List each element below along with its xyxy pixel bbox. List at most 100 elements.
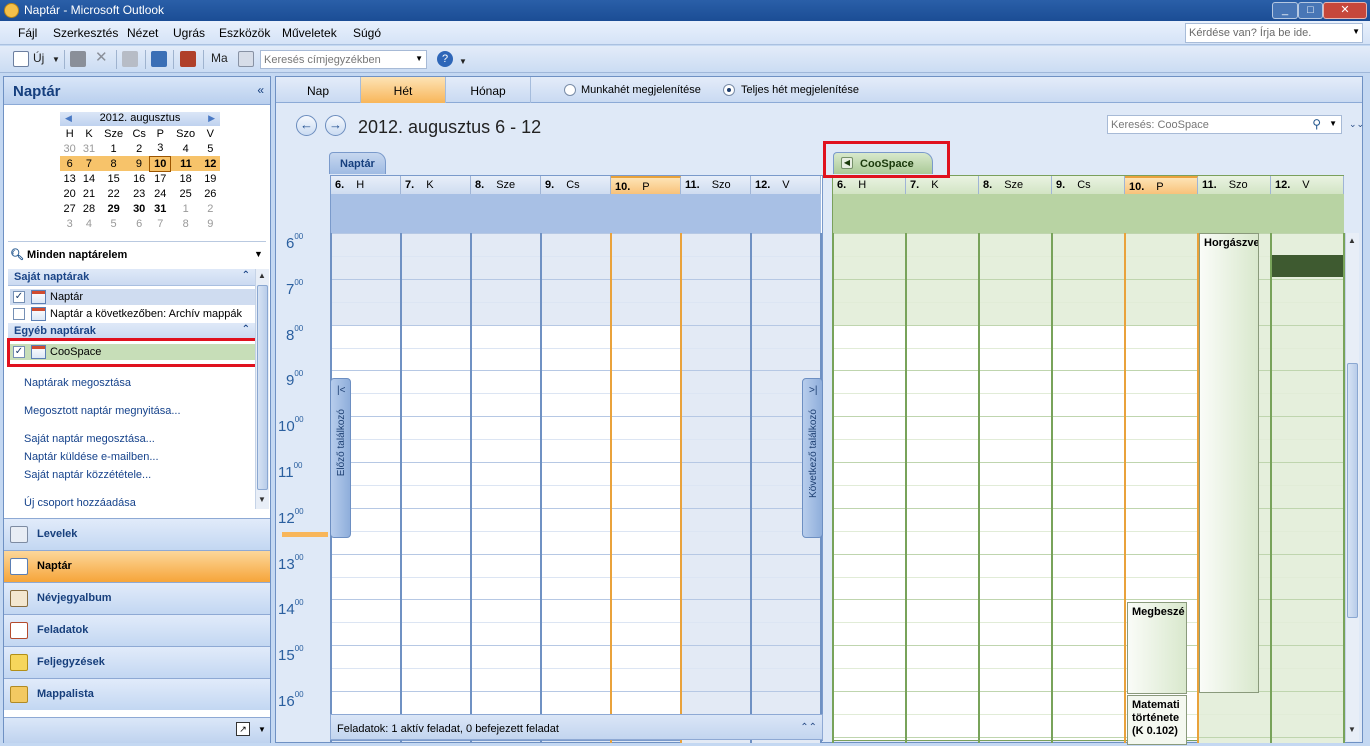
mini-calendar-day[interactable]: 7 <box>150 216 171 231</box>
mini-calendar-day[interactable]: 16 <box>129 171 150 186</box>
calendar-tab-naptar[interactable]: Naptár <box>329 152 386 174</box>
back-arrow-icon[interactable]: ← <box>296 115 317 136</box>
day-header[interactable]: 9. Cs <box>541 176 611 194</box>
mini-calendar-day[interactable]: 30 <box>129 201 150 216</box>
send-receive-icon[interactable] <box>151 51 167 67</box>
day-header[interactable]: 11. Szo <box>681 176 751 194</box>
day-header[interactable]: 7. K <box>906 176 979 194</box>
mini-calendar-day[interactable]: 31 <box>150 201 171 216</box>
day-header[interactable]: 10. P <box>611 176 681 194</box>
collapse-group-icon[interactable]: ⌃ <box>242 324 250 335</box>
mini-calendar-day[interactable]: 29 <box>99 201 129 216</box>
help-icon[interactable]: ? <box>437 51 453 67</box>
busy-block[interactable] <box>1272 255 1343 277</box>
menu-view[interactable]: Nézet <box>127 26 158 40</box>
radio-fullweek[interactable] <box>723 84 735 96</box>
mini-calendar-day[interactable]: 6 <box>60 156 80 171</box>
appointment-megbeszeles[interactable]: Megbeszé <box>1127 602 1187 694</box>
delete-icon[interactable]: ✕ <box>95 48 108 66</box>
mini-calendar-day[interactable]: 26 <box>201 186 220 201</box>
forward-arrow-icon[interactable]: → <box>325 115 346 136</box>
all-day-band[interactable] <box>331 194 821 233</box>
next-month-icon[interactable]: ▶ <box>208 113 215 124</box>
mini-calendar-day[interactable]: 8 <box>98 156 129 171</box>
add-group-link[interactable]: Új csoport hozzáadása <box>24 497 136 509</box>
mini-calendar-day[interactable]: 8 <box>171 216 201 231</box>
day-header[interactable]: 11. Szo <box>1198 176 1271 194</box>
time-grid[interactable] <box>330 233 822 743</box>
scrollbar-thumb[interactable] <box>1347 363 1358 618</box>
day-header[interactable]: 7. K <box>401 176 471 194</box>
scroll-up-icon[interactable]: ▲ <box>258 271 266 280</box>
mini-calendar-day[interactable]: 14 <box>79 171 98 186</box>
nav-button-contacts[interactable]: Névjegyalbum <box>4 582 270 614</box>
menu-go[interactable]: Ugrás <box>173 26 205 40</box>
mini-calendar-day[interactable]: 3 <box>60 216 79 231</box>
mini-calendar-day[interactable]: 30 <box>60 141 79 156</box>
mini-calendar-day[interactable]: 18 <box>171 171 201 186</box>
nav-scrollbar[interactable]: ▲ ▼ <box>255 269 269 509</box>
expand-tasks-icon[interactable]: ⌃⌃ <box>800 722 817 733</box>
all-day-band[interactable] <box>833 194 1344 233</box>
calendar-filter-dropdown[interactable]: 🔍︎ Minden naptárelem ▼ <box>10 248 263 261</box>
tab-month[interactable]: Hónap <box>446 77 531 103</box>
tasks-bar[interactable]: Feladatok: 1 aktív feladat, 0 befejezett… <box>330 714 823 740</box>
day-header[interactable]: 9. Cs <box>1052 176 1125 194</box>
close-button[interactable]: ✕ <box>1323 2 1367 19</box>
mini-calendar-day[interactable]: 1 <box>99 141 129 156</box>
share-calendars-link[interactable]: Naptárak megosztása <box>24 377 131 389</box>
mini-calendar-day[interactable]: 15 <box>99 171 129 186</box>
view-icon[interactable] <box>122 51 138 67</box>
mini-calendar-day[interactable]: 3 <box>150 141 171 156</box>
mini-calendar-day[interactable]: 4 <box>79 216 98 231</box>
collapse-group-icon[interactable]: ⌃ <box>242 270 250 281</box>
menu-file[interactable]: Fájl <box>18 26 37 40</box>
mini-calendar-day[interactable]: 22 <box>99 186 129 201</box>
scroll-up-icon[interactable]: ▲ <box>1348 236 1356 245</box>
mini-calendar-day[interactable]: 12 <box>200 156 220 171</box>
mini-calendar-day[interactable]: 28 <box>79 201 98 216</box>
configure-buttons-icon[interactable]: ▼ <box>258 725 266 734</box>
nav-button-notes[interactable]: Feljegyzések <box>4 646 270 678</box>
next-appointment-button[interactable]: >| Következő találkozó <box>802 378 823 538</box>
mini-calendar-day[interactable]: 5 <box>201 141 220 156</box>
mini-calendar-day[interactable]: 24 <box>150 186 171 201</box>
collapse-pane-icon[interactable]: « <box>257 83 264 97</box>
checkbox-unchecked[interactable] <box>13 308 25 320</box>
tab-week[interactable]: Hét <box>361 77 446 103</box>
nav-button-calendar[interactable]: Naptár <box>4 550 270 582</box>
day-header[interactable]: 10. P <box>1125 176 1198 194</box>
prev-month-icon[interactable]: ◀ <box>65 113 72 124</box>
maximize-button[interactable]: □ <box>1298 2 1323 19</box>
mini-calendar-day[interactable]: 10 <box>149 155 172 172</box>
radio-workweek[interactable] <box>564 84 576 96</box>
mini-calendar-day[interactable]: 2 <box>201 201 220 216</box>
mini-calendar-day[interactable]: 7 <box>79 156 99 171</box>
time-grid[interactable]: Horgászve Megbeszé Matemati története (K 0… <box>832 233 1345 745</box>
share-my-calendar-link[interactable]: Saját naptár megosztása... <box>24 433 155 445</box>
new-button[interactable]: Új <box>33 51 44 65</box>
day-header[interactable]: 8. Sze <box>471 176 541 194</box>
mini-calendar-day[interactable]: 17 <box>150 171 171 186</box>
checkbox-checked[interactable]: ✓ <box>13 291 25 303</box>
minimize-button[interactable]: _ <box>1272 2 1298 19</box>
categories-icon[interactable] <box>180 51 196 67</box>
mini-calendar-day[interactable]: 4 <box>171 141 201 156</box>
mini-calendar-day[interactable]: 27 <box>60 201 79 216</box>
publish-calendar-link[interactable]: Saját naptár közzététele... <box>24 469 151 481</box>
expand-search-icon[interactable]: ⌄⌄ <box>1349 119 1364 130</box>
mini-calendar-day[interactable]: 11 <box>170 156 201 171</box>
calendar-scrollbar[interactable]: ▲ ▼ <box>1345 233 1359 741</box>
day-header[interactable]: 6. H <box>833 176 906 194</box>
mini-calendar-day[interactable]: 25 <box>171 186 201 201</box>
menu-edit[interactable]: Szerkesztés <box>53 26 118 40</box>
scroll-down-icon[interactable]: ▼ <box>1348 725 1356 734</box>
menu-actions[interactable]: Műveletek <box>282 26 337 40</box>
scroll-down-icon[interactable]: ▼ <box>258 495 266 504</box>
calendar-item-naptar[interactable]: ✓ Naptár <box>10 289 256 305</box>
mini-calendar-day[interactable]: 9 <box>128 156 150 171</box>
nav-button-folders[interactable]: Mappalista <box>4 678 270 710</box>
calendar-item-archive[interactable]: Naptár a következőben: Archív mappák <box>10 306 256 322</box>
today-button[interactable]: Ma <box>211 51 228 65</box>
mini-calendar-day[interactable]: 23 <box>129 186 150 201</box>
